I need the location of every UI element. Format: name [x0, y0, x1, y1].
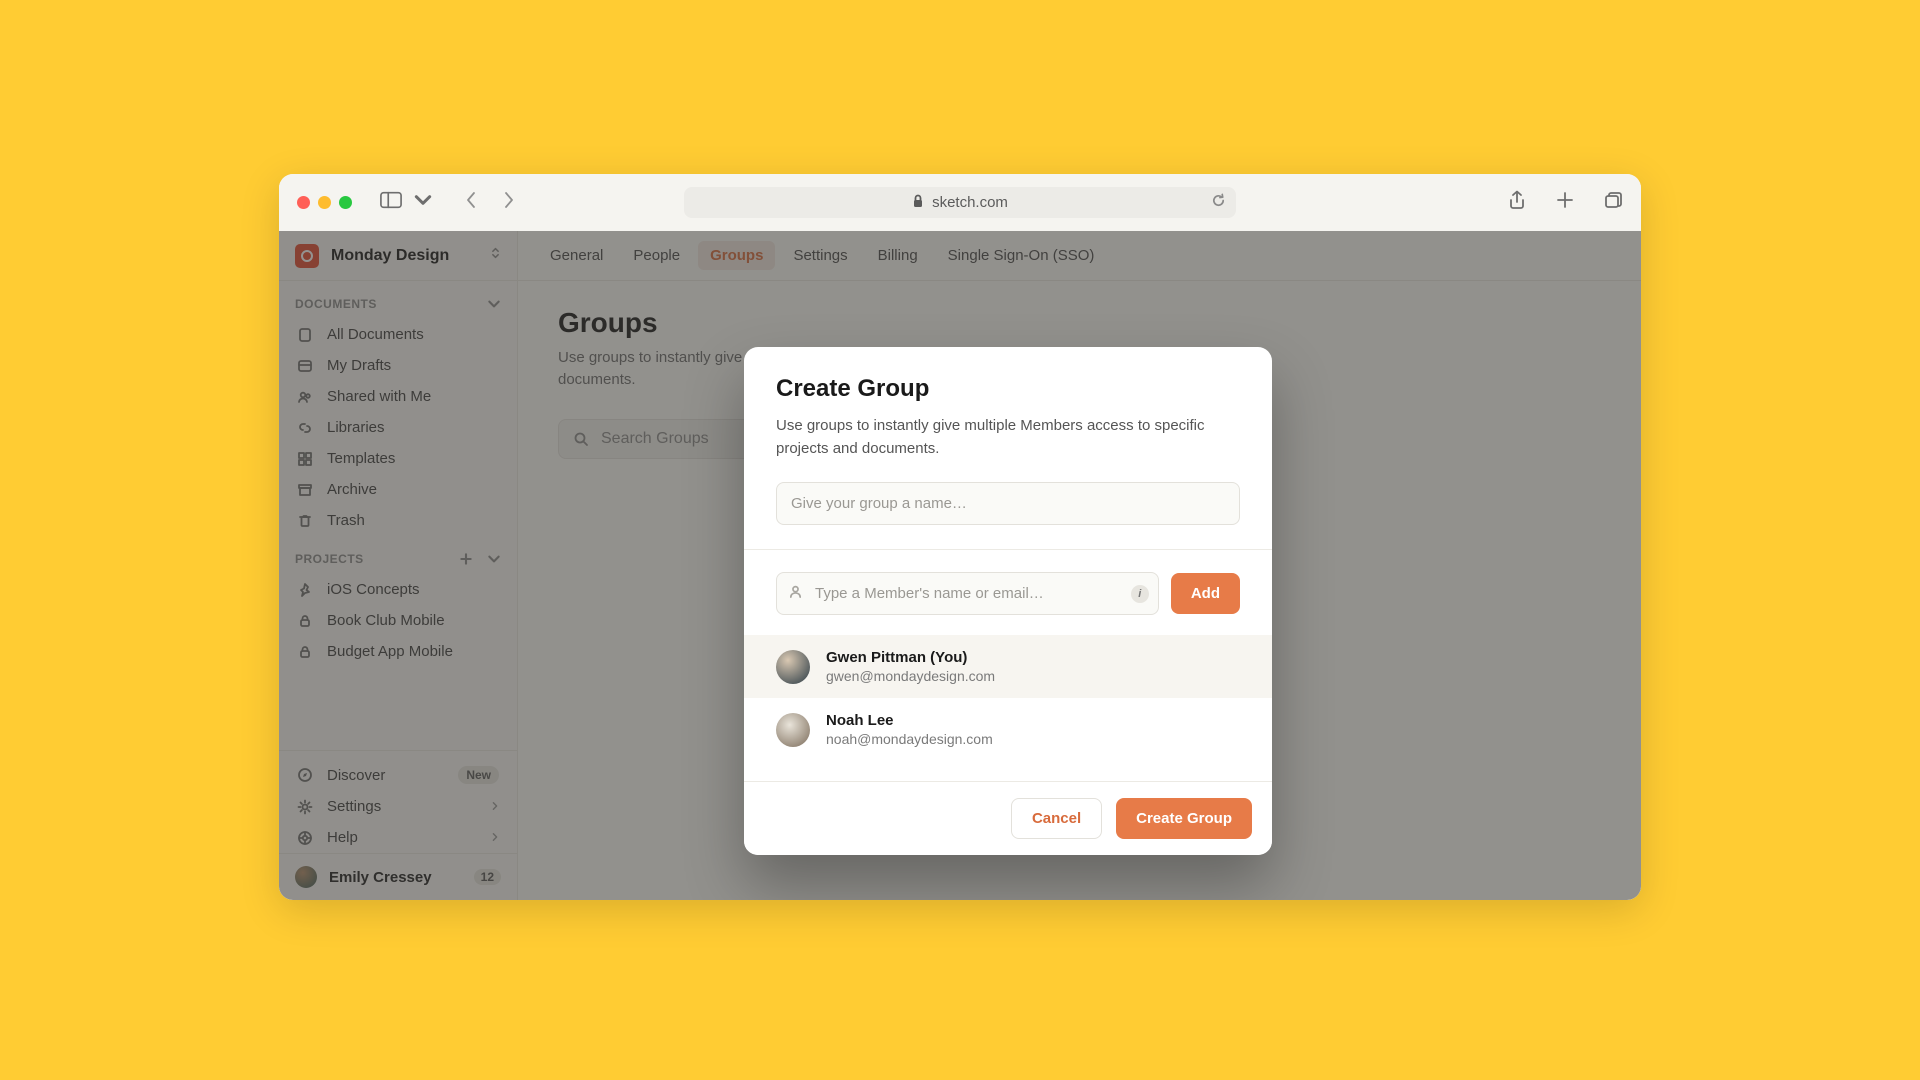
reload-icon[interactable] [1211, 193, 1226, 212]
add-member-button[interactable]: Add [1171, 573, 1240, 614]
new-tab-icon[interactable] [1555, 190, 1575, 215]
member-email: gwen@mondaydesign.com [826, 668, 995, 684]
url-text: sketch.com [932, 194, 1008, 211]
member-search-input[interactable] [776, 572, 1159, 615]
browser-titlebar: sketch.com [279, 174, 1641, 231]
member-name: Gwen Pittman (You) [826, 649, 995, 666]
address-bar[interactable]: sketch.com [684, 187, 1236, 218]
modal-title: Create Group [776, 375, 1240, 403]
member-email: noah@mondaydesign.com [826, 731, 993, 747]
browser-window: sketch.com Monday Design DOCUMENTS All D… [279, 174, 1641, 900]
dropdown-chevron-icon[interactable] [412, 190, 434, 215]
member-list: Gwen Pittman (You) gwen@mondaydesign.com… [744, 635, 1272, 761]
member-list-item[interactable]: Noah Lee noah@mondaydesign.com [744, 698, 1272, 761]
member-list-item[interactable]: Gwen Pittman (You) gwen@mondaydesign.com [744, 635, 1272, 698]
avatar [776, 713, 810, 747]
create-group-button[interactable]: Create Group [1116, 798, 1252, 839]
person-icon [788, 584, 803, 604]
create-group-modal: Create Group Use groups to instantly giv… [744, 347, 1272, 855]
maximize-window-button[interactable] [339, 196, 352, 209]
group-name-input[interactable] [776, 482, 1240, 525]
minimize-window-button[interactable] [318, 196, 331, 209]
lock-icon [912, 194, 924, 212]
tabs-icon[interactable] [1603, 190, 1623, 215]
forward-button[interactable] [502, 191, 516, 214]
member-name: Noah Lee [826, 712, 993, 729]
avatar [776, 650, 810, 684]
modal-description: Use groups to instantly give multiple Me… [776, 415, 1240, 460]
share-icon[interactable] [1507, 190, 1527, 215]
cancel-button[interactable]: Cancel [1011, 798, 1102, 839]
back-button[interactable] [464, 191, 478, 214]
close-window-button[interactable] [297, 196, 310, 209]
traffic-lights [297, 196, 352, 209]
info-icon[interactable]: i [1131, 585, 1149, 603]
sidebar-toggle-icon[interactable] [380, 190, 402, 215]
